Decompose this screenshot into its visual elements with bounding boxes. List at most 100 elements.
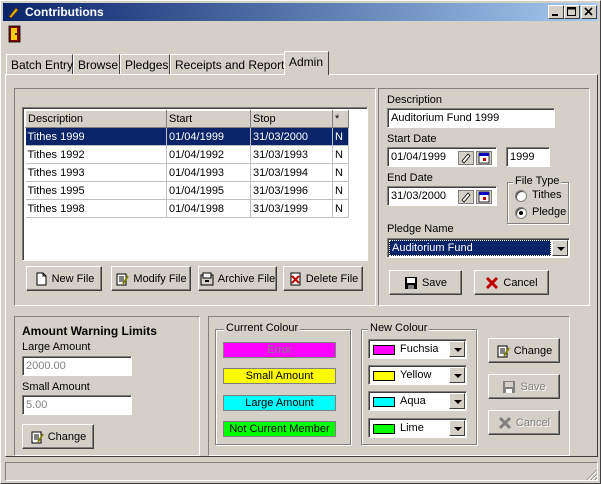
modify-file-button[interactable]: Modify File: [111, 266, 191, 291]
start-date-input[interactable]: 01/04/1999: [387, 147, 497, 167]
close-button[interactable]: [581, 5, 597, 19]
current-colour-error: Error: [223, 342, 336, 358]
tab-admin[interactable]: Admin: [284, 51, 329, 75]
tab-batch-entry[interactable]: Batch Entry: [6, 54, 73, 74]
pledge-name-combo[interactable]: Auditorium Fund: [387, 238, 570, 258]
start-date-label: Start Date: [387, 133, 437, 145]
new-colour-error-value: Fuchsia: [400, 343, 439, 355]
file-type-tithes-radio[interactable]: [515, 190, 527, 202]
detail-save-button[interactable]: Save: [389, 270, 462, 295]
cancel-x-icon: [486, 276, 499, 289]
pledge-name-dropdown-button[interactable]: [552, 240, 568, 256]
column-header-description[interactable]: Description: [25, 110, 167, 128]
table-row[interactable]: Tithes 1999 01/04/1999 31/03/2000 N: [25, 127, 349, 146]
colour-cancel-button[interactable]: Cancel: [488, 410, 560, 435]
table-row[interactable]: Tithes 1992 01/04/1992 31/03/1993 N: [25, 145, 349, 164]
description-label: Description: [387, 94, 443, 106]
tab-receipts-and-reports[interactable]: Receipts and Reports: [170, 54, 290, 74]
cell-stop: 31/03/1994: [250, 163, 333, 182]
cell-start: 01/04/1992: [166, 145, 251, 164]
maximize-button[interactable]: [564, 5, 580, 19]
archive-file-button[interactable]: Archive File: [198, 266, 277, 291]
window-title: Contributions: [25, 5, 104, 19]
file-grid[interactable]: Description Start Stop * Tithes 1999 01/…: [22, 107, 368, 261]
detail-cancel-button[interactable]: Cancel: [474, 270, 549, 295]
colour-change-button[interactable]: Change: [488, 338, 560, 363]
colour-save-label: Save: [520, 380, 546, 393]
delete-file-button[interactable]: Delete File: [283, 266, 363, 291]
new-colour-not-current-member-value: Lime: [400, 422, 424, 434]
file-type-label: File Type: [513, 175, 562, 187]
new-colour-not-current-member-select[interactable]: Lime: [368, 418, 467, 438]
new-colour-not-current-member-dropdown-button[interactable]: [449, 420, 465, 436]
new-colour-small-amount-dropdown-button[interactable]: [449, 367, 465, 383]
amount-warning-title: Amount Warning Limits: [22, 324, 157, 338]
column-header-flag[interactable]: *: [332, 110, 349, 128]
tab-pledges[interactable]: Pledges: [120, 54, 170, 74]
resize-grip-icon[interactable]: [586, 469, 598, 481]
cell-stop: 31/03/1999: [250, 199, 333, 218]
cell-start: 01/04/1999: [166, 127, 251, 146]
current-colour-not-current-member: Not Current Member: [223, 421, 336, 437]
cell-flag: N: [332, 199, 349, 218]
cell-description: Tithes 1995: [25, 181, 167, 200]
cell-stop: 31/03/2000: [250, 127, 333, 146]
cell-description: Tithes 1993: [25, 163, 167, 182]
tab-label: Admin: [289, 55, 324, 69]
file-type-pledge-radio[interactable]: [515, 207, 527, 219]
warning-change-button[interactable]: Change: [22, 424, 94, 449]
main-window: Contributions Batch Entry Browse Pledges…: [0, 0, 601, 484]
cell-description: Tithes 1992: [25, 145, 167, 164]
pledge-name-value: Auditorium Fund: [389, 240, 551, 256]
description-input[interactable]: Auditorium Fund 1999: [387, 108, 555, 128]
small-amount-input[interactable]: 5.00: [22, 395, 132, 415]
cell-start: 01/04/1998: [166, 199, 251, 218]
colour-swatch: [373, 424, 395, 434]
table-row[interactable]: Tithes 1993 01/04/1993 31/03/1994 N: [25, 163, 349, 182]
file-type-tithes-label: Tithes: [532, 189, 562, 201]
status-bar: [5, 462, 598, 481]
table-row[interactable]: Tithes 1998 01/04/1998 31/03/1999 N: [25, 199, 349, 218]
minimize-button[interactable]: [548, 5, 564, 19]
new-colour-error-dropdown-button[interactable]: [449, 341, 465, 357]
minimize-icon: [552, 14, 558, 16]
tab-label: Receipts and Reports: [175, 58, 291, 72]
exit-door-icon[interactable]: [8, 25, 22, 43]
table-row[interactable]: Tithes 1995 01/04/1995 31/03/1996 N: [25, 181, 349, 200]
column-header-stop[interactable]: Stop: [250, 110, 333, 128]
new-file-icon: [36, 272, 47, 285]
new-colour-error-select[interactable]: Fuchsia: [368, 339, 467, 359]
end-date-calendar-icon[interactable]: [476, 190, 492, 204]
archive-file-label: Archive File: [217, 272, 276, 285]
cell-description: Tithes 1998: [25, 199, 167, 218]
colour-swatch: [373, 345, 395, 355]
pledge-name-label: Pledge Name: [387, 223, 454, 235]
floppy-disk-icon: [404, 276, 417, 289]
colour-swatch: [373, 397, 395, 407]
cell-flag: N: [332, 127, 349, 146]
title-bar[interactable]: Contributions: [3, 3, 598, 21]
cell-flag: N: [332, 145, 349, 164]
large-amount-input[interactable]: 2000.00: [22, 356, 132, 376]
clear-end-date-icon[interactable]: [458, 190, 474, 204]
app-icon: [8, 7, 19, 19]
new-file-button[interactable]: New File: [26, 266, 102, 291]
detail-save-label: Save: [421, 276, 448, 289]
new-colour-large-amount-select[interactable]: Aqua: [368, 391, 467, 411]
cell-stop: 31/03/1993: [250, 145, 333, 164]
end-date-input[interactable]: 31/03/2000: [387, 186, 497, 206]
colour-cancel-label: Cancel: [515, 416, 551, 429]
delete-file-icon: [290, 272, 301, 285]
colour-save-button[interactable]: Save: [488, 374, 560, 399]
column-header-start[interactable]: Start: [166, 110, 251, 128]
cell-description: Tithes 1999: [25, 127, 167, 146]
start-date-calendar-icon[interactable]: [476, 151, 492, 165]
close-icon: [584, 7, 593, 16]
new-colour-large-amount-dropdown-button[interactable]: [449, 393, 465, 409]
new-colour-small-amount-select[interactable]: Yellow: [368, 365, 467, 385]
end-date-value: 31/03/2000: [391, 190, 447, 202]
tab-browse[interactable]: Browse: [73, 54, 120, 74]
cell-flag: N: [332, 181, 349, 200]
year-input[interactable]: 1999: [506, 147, 550, 167]
clear-start-date-icon[interactable]: [458, 151, 474, 165]
